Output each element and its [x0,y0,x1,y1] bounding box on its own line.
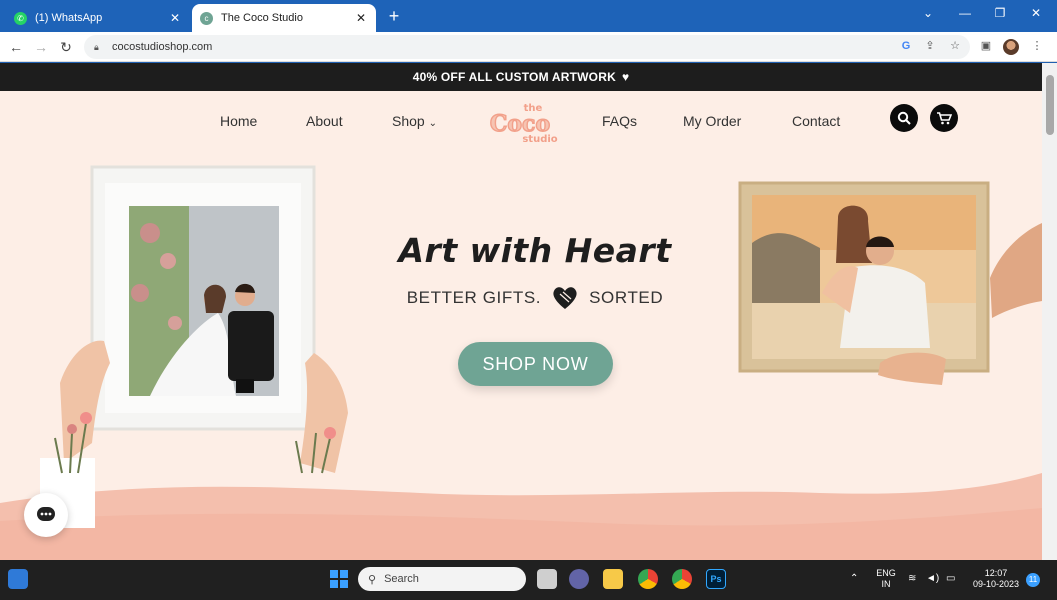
chat-widget-button[interactable] [24,493,68,537]
tab-title: (1) WhatsApp [35,12,103,24]
hero-title: Art with Heart [398,231,672,270]
photoshop-icon[interactable]: Ps [706,569,726,589]
close-window-button[interactable]: ✕ [1026,6,1046,20]
shop-now-button[interactable]: SHOP NOW [458,342,613,386]
search-icon: ⚲ [368,573,377,586]
whatsapp-icon: ✆ [14,11,27,25]
region-code: IN [881,579,891,589]
logo-graphic: the Coco studio [489,103,558,145]
scrollbar-thumb[interactable] [1046,75,1054,135]
tab-search-icon[interactable]: ⌄ [918,6,938,20]
coco-studio-logo[interactable]: the Coco studio [481,99,561,145]
browser-toolbar: ← → ↻ 🔒︎ cocostudioshop.com G ⇪ ☆ ▣ ⋮ [0,32,1057,62]
browser-tabstrip: ✆ (1) WhatsApp ✕ c The Coco Studio ✕ + ⌄… [0,0,1057,32]
chrome-profile-icon[interactable] [672,569,692,589]
file-explorer-icon[interactable] [603,569,623,589]
chat-icon [37,507,55,521]
windows-logo-icon [330,570,348,588]
forward-button[interactable]: → [32,38,50,56]
nav-faqs[interactable]: FAQs [602,113,637,129]
task-view-icon[interactable] [537,569,557,589]
battery-icon[interactable]: ▭ [946,573,955,584]
close-tab-icon[interactable]: ✕ [168,11,182,25]
clock-date: 09-10-2023 [972,579,1020,589]
close-tab-icon[interactable]: ✕ [354,11,368,25]
teams-chat-icon[interactable] [569,569,589,589]
profile-avatar[interactable] [1003,39,1019,55]
address-bar[interactable]: 🔒︎ cocostudioshop.com [84,35,970,59]
minimize-button[interactable]: — [955,6,975,20]
clock[interactable]: 12:07 09-10-2023 [968,568,1024,590]
wifi-icon[interactable]: ≋ [908,573,916,584]
hero-subtitle-left: BETTER GIFTS. [406,288,542,307]
widgets-icon[interactable] [8,569,28,589]
taskbar-search-label: Search [384,573,419,585]
tab-coco-studio[interactable]: c The Coco Studio ✕ [192,4,376,32]
start-icon[interactable] [329,569,349,589]
page-scrollbar[interactable] [1042,63,1057,560]
browser-menu-icon[interactable]: ⋮ [1029,38,1045,54]
restore-button[interactable]: ❐ [990,6,1010,20]
back-button[interactable]: ← [7,38,25,56]
nav-shop-label: Shop [392,113,425,129]
logo-bottom-text: studio [522,134,557,143]
google-icon[interactable]: G [898,38,914,54]
cart-icon [937,112,952,125]
page-viewport: 40% OFF ALL CUSTOM ARTWORK ♥ Home About … [0,63,1057,560]
search-icon [897,111,911,125]
heart-icon [553,287,577,309]
bookmark-star-icon[interactable]: ☆ [947,38,963,54]
language-code: ENG [876,568,896,578]
taskbar-search[interactable]: ⚲ Search [358,567,526,591]
windows-taskbar: ⚲ Search Ps ⌃ ENG IN ≋ ◄) ▭ 12:07 09-10-… [0,560,1057,600]
nav-contact[interactable]: Contact [792,113,840,129]
side-panel-icon[interactable]: ▣ [978,38,994,54]
announcement-text: 40% OFF ALL CUSTOM ARTWORK [412,70,616,84]
hero-subtitle-right: SORTED [589,288,664,307]
reload-button[interactable]: ↻ [57,38,75,56]
lock-icon: 🔒︎ [94,41,99,52]
nav-my-order[interactable]: My Order [683,113,741,129]
chevron-down-icon: ⌄ [428,118,437,129]
new-tab-button[interactable]: + [384,6,404,26]
search-button[interactable] [890,104,918,132]
clock-time: 12:07 [984,568,1008,578]
nav-about[interactable]: About [306,113,343,129]
heart-icon: ♥ [621,70,630,84]
url-text: cocostudioshop.com [112,41,213,53]
tab-whatsapp[interactable]: ✆ (1) WhatsApp ✕ [6,4,190,32]
chrome-icon[interactable] [638,569,658,589]
volume-icon[interactable]: ◄) [926,573,939,584]
nav-shop[interactable]: Shop ⌄ [392,113,437,129]
coco-studio-favicon-icon: c [200,11,213,25]
tab-title: The Coco Studio [221,12,303,24]
share-icon[interactable]: ⇪ [922,38,938,54]
cart-button[interactable] [930,104,958,132]
hero-subtitle: BETTER GIFTS. SORTED [400,285,670,311]
language-indicator[interactable]: ENG IN [874,568,898,590]
notification-badge[interactable]: 11 [1026,573,1040,587]
tray-overflow-icon[interactable]: ⌃ [850,573,858,584]
nav-home[interactable]: Home [220,113,257,129]
announcement-bar: 40% OFF ALL CUSTOM ARTWORK ♥ [0,63,1042,91]
